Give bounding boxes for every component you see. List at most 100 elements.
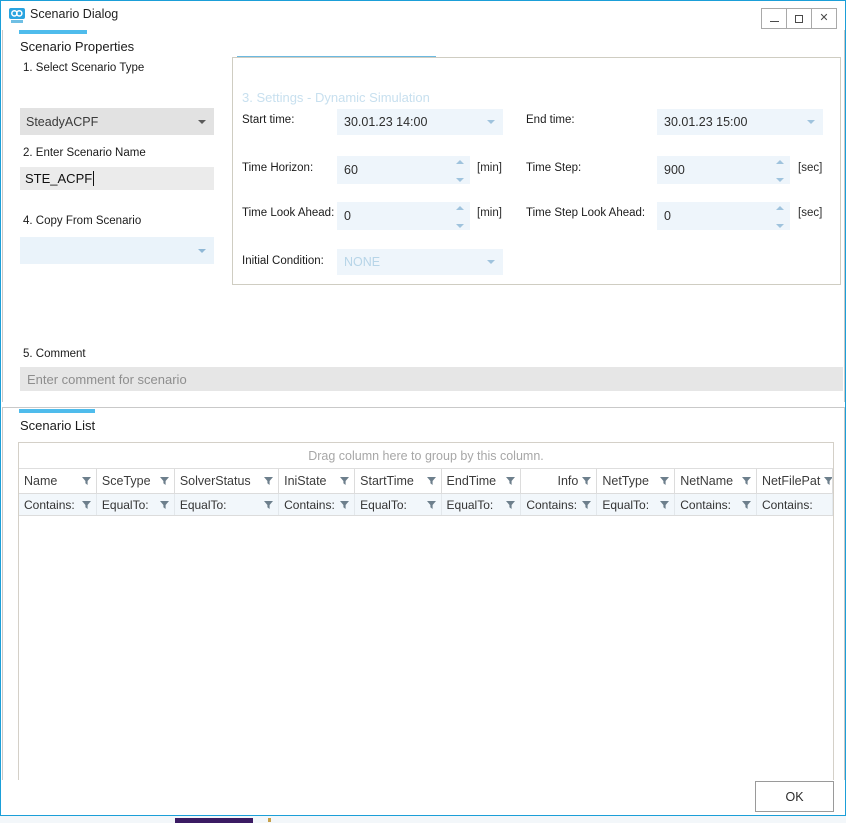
time-look-ahead-value: 0 — [344, 209, 351, 223]
filter-condition-icon[interactable] — [741, 500, 751, 509]
time-horizon-value: 60 — [344, 163, 358, 177]
column-filter-label: Contains: — [761, 497, 813, 512]
title-bar: Scenario Dialog ✕ — [1, 1, 845, 30]
column-header-nettype[interactable]: NetType — [597, 469, 676, 493]
group-by-panel[interactable]: Drag column here to group by this column… — [19, 443, 833, 469]
maximize-button[interactable] — [786, 8, 812, 29]
column-filter-starttime[interactable]: EqualTo: — [355, 494, 442, 515]
column-filter-netname[interactable]: Contains: — [675, 494, 757, 515]
minimize-button[interactable] — [761, 8, 787, 29]
time-horizon-input[interactable]: 60 — [337, 156, 470, 184]
ok-button[interactable]: OK — [755, 781, 834, 812]
filter-condition-icon[interactable] — [506, 500, 516, 509]
column-header-name[interactable]: Name — [19, 469, 97, 493]
filter-condition-icon[interactable] — [660, 500, 670, 509]
time-step-stepper[interactable] — [776, 160, 784, 182]
column-header-endtime[interactable]: EndTime — [442, 469, 522, 493]
column-header-netfilepat[interactable]: NetFilePat — [757, 469, 833, 493]
stepper-down-icon[interactable] — [456, 178, 464, 182]
filter-funnel-icon[interactable] — [824, 477, 833, 485]
column-filter-label: EqualTo: — [179, 497, 227, 512]
taskbar-fragment — [175, 818, 253, 823]
filter-funnel-icon[interactable] — [741, 477, 751, 485]
filter-funnel-icon[interactable] — [506, 477, 516, 485]
initial-condition-value: NONE — [344, 255, 381, 269]
filter-condition-icon[interactable] — [582, 500, 592, 509]
scenario-type-value: SteadyACPF — [26, 114, 99, 129]
close-button[interactable]: ✕ — [811, 8, 837, 29]
scenario-name-input[interactable]: STE_ACPF — [20, 167, 214, 190]
column-header-label: NetName — [680, 474, 734, 488]
label-start-time: Start time: — [242, 114, 295, 126]
filter-funnel-icon[interactable] — [660, 477, 670, 485]
filter-condition-icon[interactable] — [426, 500, 436, 509]
stepper-down-icon[interactable] — [776, 178, 784, 182]
stepper-up-icon[interactable] — [776, 160, 784, 164]
scenario-type-combo[interactable]: SteadyACPF — [20, 108, 214, 135]
time-step-look-ahead-input[interactable]: 0 — [657, 202, 790, 230]
column-filter-name[interactable]: Contains: — [19, 494, 97, 515]
unit-time-look-ahead: [min] — [477, 207, 502, 219]
time-look-ahead-input[interactable]: 0 — [337, 202, 470, 230]
column-header-info[interactable]: Info — [521, 469, 598, 493]
time-step-look-ahead-stepper[interactable] — [776, 206, 784, 228]
filter-funnel-icon[interactable] — [81, 477, 91, 485]
column-header-label: SceType — [101, 474, 151, 488]
stepper-up-icon[interactable] — [456, 206, 464, 210]
window-controls: ✕ — [761, 8, 837, 29]
column-header-label: NetFilePat — [761, 474, 821, 488]
start-time-combo[interactable]: 30.01.23 14:00 — [337, 109, 503, 135]
end-time-combo[interactable]: 30.01.23 15:00 — [657, 109, 823, 135]
stepper-up-icon[interactable] — [776, 206, 784, 210]
label-end-time: End time: — [526, 114, 575, 126]
filter-funnel-icon[interactable] — [582, 477, 592, 485]
column-filter-scetype[interactable]: EqualTo: — [97, 494, 175, 515]
chevron-down-icon — [807, 120, 815, 124]
dialog-footer: OK — [2, 780, 845, 815]
desktop-background — [0, 816, 846, 823]
grid-header-row: Name SceType SolverStatus IniState StartTime… — [19, 469, 833, 494]
label-time-horizon: Time Horizon: — [242, 162, 314, 174]
filter-condition-icon[interactable] — [159, 500, 169, 509]
unit-time-step: [sec] — [798, 162, 823, 174]
label-time-step: Time Step: — [526, 162, 582, 174]
filter-funnel-icon[interactable] — [159, 477, 169, 485]
time-step-input[interactable]: 900 — [657, 156, 790, 184]
column-header-solverstatus[interactable]: SolverStatus — [175, 469, 280, 493]
text-caret — [93, 171, 95, 186]
taskbar-indicator — [268, 818, 271, 822]
filter-funnel-icon[interactable] — [340, 477, 350, 485]
settings-title: 3. Settings - Dynamic Simulation — [242, 90, 430, 105]
copy-from-scenario-combo[interactable] — [20, 237, 214, 264]
maximize-icon — [795, 14, 803, 23]
column-filter-inistate[interactable]: Contains: — [279, 494, 356, 515]
stepper-down-icon[interactable] — [776, 224, 784, 228]
filter-funnel-icon[interactable] — [264, 477, 274, 485]
column-header-inistate[interactable]: IniState — [279, 469, 356, 493]
filter-condition-icon[interactable] — [340, 500, 350, 509]
column-filter-label: EqualTo: — [602, 497, 650, 512]
column-filter-endtime[interactable]: EqualTo: — [442, 494, 522, 515]
column-filter-nettype[interactable]: EqualTo: — [597, 494, 676, 515]
initial-condition-combo[interactable]: NONE — [337, 249, 503, 275]
column-header-scetype[interactable]: SceType — [97, 469, 175, 493]
stepper-down-icon[interactable] — [456, 224, 464, 228]
time-horizon-stepper[interactable] — [456, 160, 464, 182]
label-time-look-ahead: Time Look Ahead: — [242, 207, 335, 219]
group-by-hint: Drag column here to group by this column… — [308, 448, 544, 463]
column-header-starttime[interactable]: StartTime — [355, 469, 442, 493]
column-filter-solverstatus[interactable]: EqualTo: — [175, 494, 280, 515]
stepper-up-icon[interactable] — [456, 160, 464, 164]
time-look-ahead-stepper[interactable] — [456, 206, 464, 228]
column-filter-label: Contains: — [680, 497, 731, 512]
column-filter-netfilepat[interactable]: Contains: — [757, 494, 833, 515]
tab-scenario-properties[interactable]: Scenario Properties — [20, 39, 134, 54]
filter-condition-icon[interactable] — [264, 500, 274, 509]
filter-funnel-icon[interactable] — [426, 477, 436, 485]
grid-filter-row: Contains: EqualTo: EqualTo: Contains: EqualT… — [19, 494, 833, 516]
filter-condition-icon[interactable] — [81, 500, 91, 509]
tab-scenario-list[interactable]: Scenario List — [20, 418, 95, 433]
column-filter-info[interactable]: Contains: — [521, 494, 598, 515]
comment-input[interactable]: Enter comment for scenario — [20, 367, 843, 391]
column-header-netname[interactable]: NetName — [675, 469, 757, 493]
